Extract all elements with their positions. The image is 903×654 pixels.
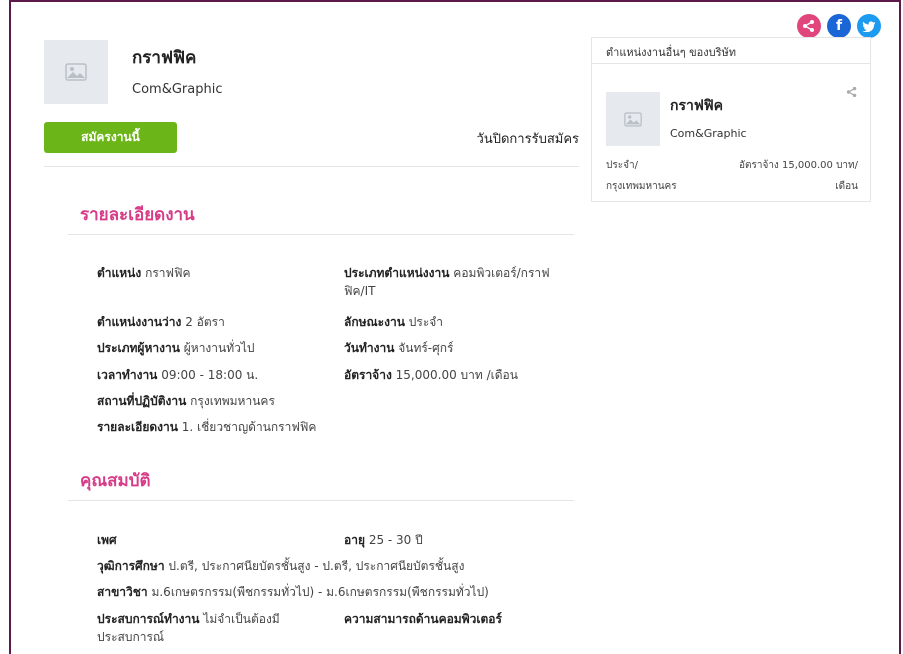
qual-education: วุฒิการศึกษา ป.ตรี, ประกาศนียบัตรชั้นสูง… xyxy=(97,559,465,573)
job-title: กราฟฟิค xyxy=(132,48,197,68)
detail-location: สถานที่ปฏิบัติงาน กรุงเทพมหานคร xyxy=(97,394,275,408)
detail-applicant-type: ประเภทผู้หางาน ผู้หางานทั่วไป xyxy=(97,341,255,355)
divider xyxy=(44,166,579,167)
other-job-type-location: ประจำ/กรุงเทพมหานคร xyxy=(606,160,677,192)
detail-salary: อัตราจ้าง 15,000.00 บาท /เดือน xyxy=(344,368,518,382)
company-logo-placeholder xyxy=(606,92,660,146)
divider xyxy=(68,500,574,501)
detail-workdays: วันทำงาน จันทร์-ศุกร์ xyxy=(344,341,454,355)
apply-button[interactable]: สมัครงานนี้ xyxy=(44,122,177,153)
divider xyxy=(68,234,574,235)
detail-position: ตำแหน่ง กราฟฟิค xyxy=(97,266,191,280)
divider xyxy=(592,63,870,64)
other-jobs-card: ตำแหน่งงานอื่นๆ ของบริษัท กราฟฟิค Com&Gr… xyxy=(591,37,871,202)
image-placeholder-icon xyxy=(624,111,642,127)
qual-computer: ความสามารถด้านคอมพิวเตอร์ xyxy=(344,612,502,626)
share-icon[interactable] xyxy=(846,86,858,102)
other-job-title[interactable]: กราฟฟิค xyxy=(670,95,723,117)
detail-description: รายละเอียดงาน 1. เชี่ยวชาญด้านกราฟฟิค xyxy=(97,420,317,434)
share-icon[interactable] xyxy=(797,14,821,38)
other-jobs-heading: ตำแหน่งงานอื่นๆ ของบริษัท xyxy=(606,46,737,59)
qual-major: สาขาวิชา ม.6เกษตรกรรม(พืชกรรมทั่วไป) - ม… xyxy=(97,585,489,599)
detail-nature: ลักษณะงาน ประจำ xyxy=(344,315,444,329)
close-date-label: วันปิดการรับสมัคร xyxy=(476,132,579,147)
company-logo-placeholder xyxy=(44,40,108,104)
twitter-icon[interactable] xyxy=(857,14,881,38)
job-details-heading: รายละเอียดงาน xyxy=(80,205,195,225)
company-name[interactable]: Com&Graphic xyxy=(132,82,222,97)
qual-age: อายุ 25 - 30 ปี xyxy=(344,533,423,547)
apply-row: สมัครงานนี้ วันปิดการรับสมัคร xyxy=(44,122,579,162)
other-job-company: Com&Graphic xyxy=(670,127,747,140)
detail-category: ประเภทตำแหน่งงาน คอมพิวเตอร์/กราฟ ฟิค/IT xyxy=(344,266,550,298)
other-job-salary: อัตราจ้าง 15,000.00 บาท/เดือน xyxy=(738,160,858,192)
detail-hours: เวลาทำงาน 09:00 - 18:00 น. xyxy=(97,368,259,382)
qualifications-heading: คุณสมบัติ xyxy=(80,471,151,491)
job-header: กราฟฟิค Com&Graphic xyxy=(44,40,579,110)
qual-gender: เพศ xyxy=(97,533,117,547)
job-main-panel: กราฟฟิค Com&Graphic สมัครงานนี้ วันปิดกา… xyxy=(44,40,579,162)
social-share-bar: f xyxy=(797,14,881,38)
qual-experience: ประสบการณ์ทำงาน ไม่จำเป็นต้องมี ประสบการณ… xyxy=(97,612,280,644)
facebook-icon[interactable]: f xyxy=(827,14,851,38)
detail-vacancy: ตำแหน่งงานว่าง 2 อัตรา xyxy=(97,315,225,329)
image-placeholder-icon xyxy=(65,63,87,81)
